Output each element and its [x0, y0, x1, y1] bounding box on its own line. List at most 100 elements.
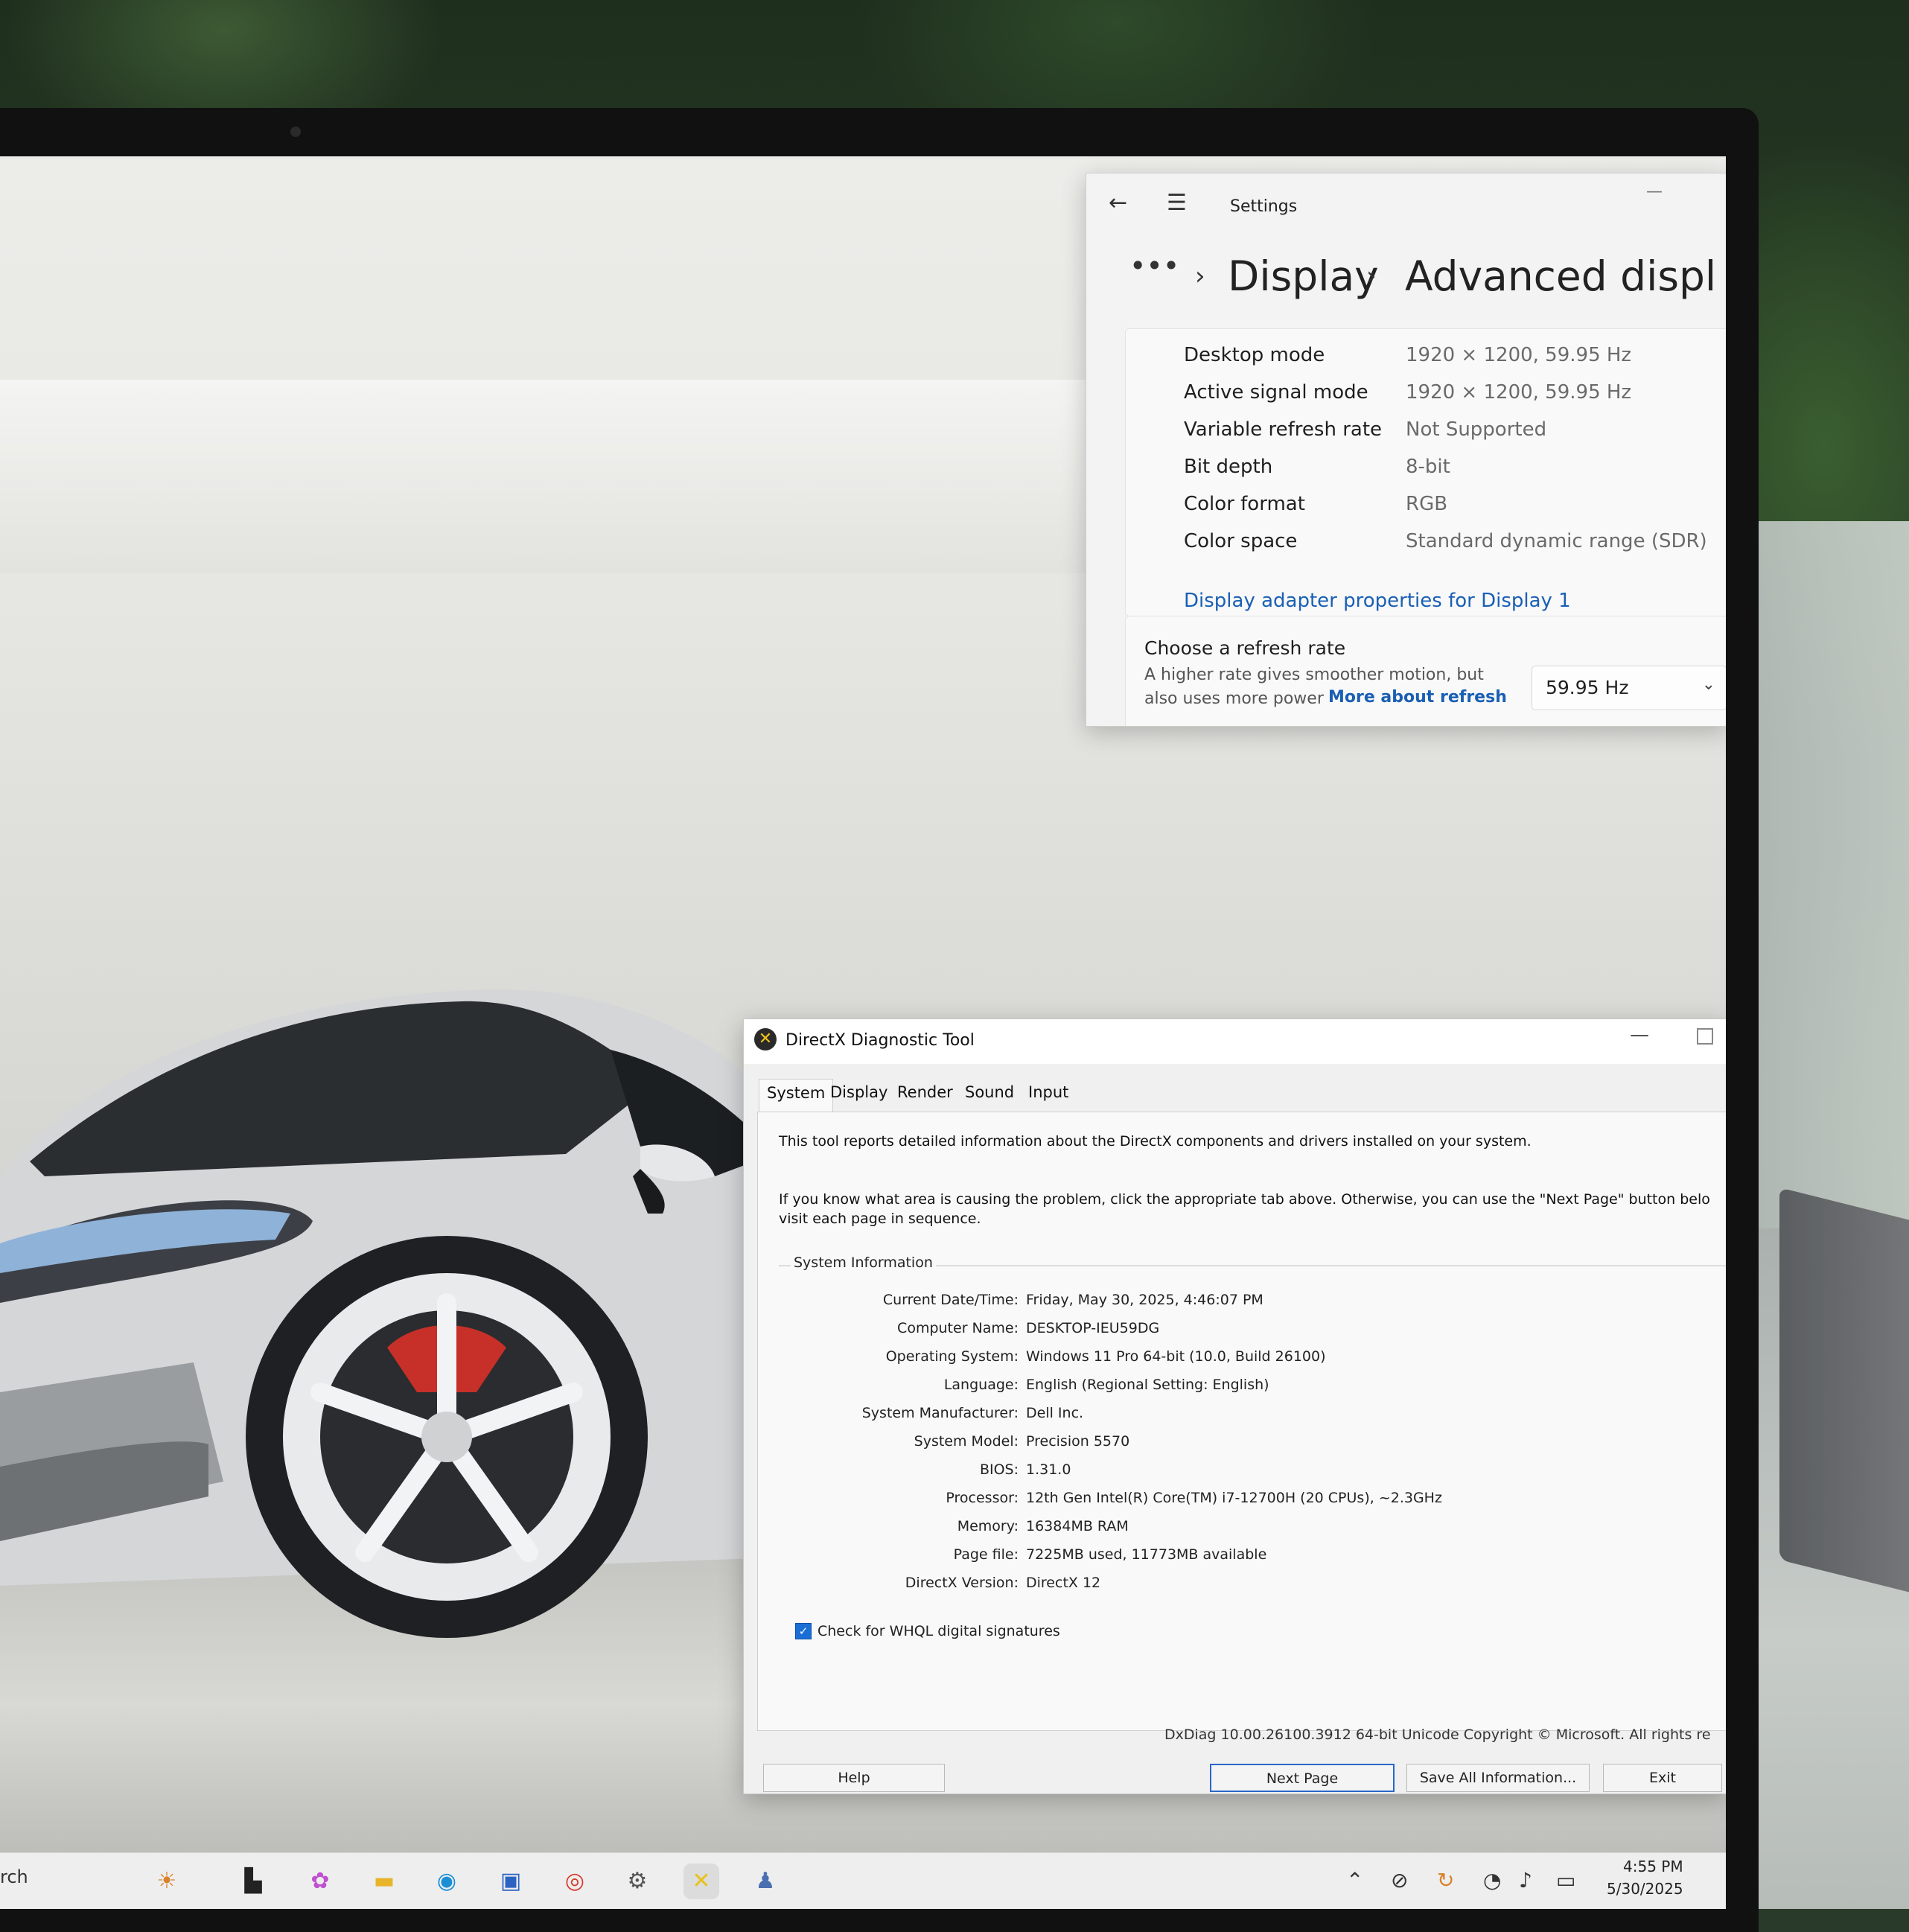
taskbar-clock-date[interactable]: 5/30/2025	[1607, 1880, 1683, 1898]
info-label: Color space	[1184, 530, 1298, 552]
taskbar-clock-time[interactable]: 4:55 PM	[1623, 1858, 1683, 1875]
group-title: System Information	[791, 1254, 936, 1271]
sysinfo-key: BIOS:	[979, 1461, 1019, 1478]
maximize-icon[interactable]	[1697, 1028, 1713, 1045]
help-button[interactable]: Help	[763, 1764, 945, 1792]
info-row-desktop-mode: Desktop mode 1920 × 1200, 59.95 Hz	[1126, 338, 1726, 374]
intro-text: This tool reports detailed information a…	[779, 1133, 1532, 1150]
next-page-button[interactable]: Next Page	[1210, 1764, 1395, 1792]
display-information-panel: Desktop mode 1920 × 1200, 59.95 Hz Activ…	[1125, 328, 1726, 616]
minimize-icon[interactable]: —	[1646, 182, 1663, 201]
refresh-rate-description: A higher rate gives smoother motion, but	[1144, 666, 1484, 684]
refresh-rate-selected-value: 59.95 Hz	[1546, 677, 1629, 698]
info-label: Color format	[1184, 493, 1305, 515]
photo-laptop-edge	[1779, 1187, 1909, 1597]
system-information-group: System Information Current Date/Time: Fr…	[779, 1254, 1726, 1661]
sysinfo-key: DirectX Version:	[905, 1575, 1019, 1591]
sysinfo-key: System Model:	[914, 1433, 1019, 1450]
info-row-color-format: Color format RGB	[1126, 487, 1726, 523]
whql-checkbox[interactable]: ✓	[795, 1623, 812, 1639]
task-view-icon[interactable]: ▙	[235, 1864, 271, 1899]
copilot-icon[interactable]: ✿	[302, 1864, 338, 1899]
breadcrumb-overflow-button[interactable]: •••	[1129, 249, 1179, 282]
sysinfo-key: Page file:	[953, 1546, 1019, 1563]
info-row-variable-refresh-rate: Variable refresh rate Not Supported	[1126, 412, 1726, 448]
info-value: Standard dynamic range (SDR)	[1406, 530, 1707, 552]
tab-display[interactable]: Display	[823, 1079, 895, 1109]
hamburger-menu-icon[interactable]: ☰	[1167, 190, 1187, 216]
network-off-icon[interactable]: ⊘	[1391, 1868, 1408, 1893]
sysinfo-row-datetime: Current Date/Time: Friday, May 30, 2025,…	[779, 1289, 1726, 1316]
directx-icon: ✕	[754, 1028, 777, 1051]
minimize-icon[interactable]: —	[1630, 1024, 1649, 1046]
dxdiag-taskbar-icon[interactable]: ✕	[683, 1864, 719, 1899]
info-label: Variable refresh rate	[1184, 418, 1383, 441]
sysinfo-row-os: Operating System: Windows 11 Pro 64-bit …	[779, 1345, 1726, 1372]
sysinfo-row-memory: Memory: 16384MB RAM	[779, 1515, 1726, 1542]
dxdiag-title: DirectX Diagnostic Tool	[785, 1031, 975, 1050]
sysinfo-key: Computer Name:	[897, 1320, 1019, 1336]
settings-app-title: Settings	[1230, 197, 1298, 216]
info-value: 1920 × 1200, 59.95 Hz	[1406, 344, 1632, 366]
info-label: Desktop mode	[1184, 344, 1325, 366]
sysinfo-row-page-file: Page file: 7225MB used, 11773MB availabl…	[779, 1543, 1726, 1570]
sysinfo-value: 16384MB RAM	[1026, 1518, 1129, 1534]
settings-gear-icon[interactable]: ⚙	[619, 1864, 655, 1899]
sysinfo-row-bios: BIOS: 1.31.0	[779, 1458, 1726, 1485]
info-label: Bit depth	[1184, 456, 1273, 478]
sysinfo-row-model: System Model: Precision 5570	[779, 1430, 1726, 1457]
refresh-rate-title: Choose a refresh rate	[1144, 637, 1346, 659]
sysinfo-value: 7225MB used, 11773MB available	[1026, 1546, 1267, 1563]
info-row-color-space: Color space Standard dynamic range (SDR)	[1126, 524, 1726, 560]
battery-icon[interactable]: ▭	[1556, 1868, 1575, 1893]
back-arrow-icon[interactable]: ←	[1109, 190, 1127, 216]
sysinfo-key: Operating System:	[885, 1348, 1019, 1365]
taskbar-search[interactable]: rch	[0, 1866, 28, 1887]
tab-sound[interactable]: Sound	[957, 1079, 1022, 1109]
dxdiag-window: ✕ DirectX Diagnostic Tool — System Displ…	[743, 1018, 1726, 1794]
webcam	[290, 127, 301, 137]
sysinfo-row-language: Language: English (Regional Setting: Eng…	[779, 1374, 1726, 1400]
whql-checkbox-label[interactable]: Check for WHQL digital signatures	[818, 1623, 1060, 1639]
info-row-active-signal-mode: Active signal mode 1920 × 1200, 59.95 Hz	[1126, 375, 1726, 411]
update-icon[interactable]: ↻	[1437, 1868, 1454, 1893]
sysinfo-value: Precision 5570	[1026, 1433, 1130, 1450]
sysinfo-row-processor: Processor: 12th Gen Intel(R) Core(TM) i7…	[779, 1487, 1726, 1514]
breadcrumb-display[interactable]: Display	[1228, 252, 1379, 300]
system-tab-panel: This tool reports detailed information a…	[757, 1112, 1726, 1731]
display-adapter-properties-link[interactable]: Display adapter properties for Display 1	[1184, 590, 1571, 612]
breadcrumb-chevron-icon: ›	[1366, 261, 1377, 291]
sysinfo-key: Memory:	[957, 1518, 1019, 1534]
dxdiag-titlebar: ✕ DirectX Diagnostic Tool —	[744, 1019, 1726, 1064]
refresh-rate-dropdown[interactable]: 59.95 Hz ⌄	[1532, 666, 1726, 710]
volume-icon[interactable]: ♪	[1519, 1868, 1532, 1893]
edge-browser-icon[interactable]: ◉	[429, 1864, 465, 1899]
sysinfo-value: English (Regional Setting: English)	[1026, 1377, 1269, 1393]
info-row-bit-depth: Bit depth 8-bit	[1126, 450, 1726, 485]
chevron-down-icon: ⌄	[1701, 675, 1715, 694]
sysinfo-value: DirectX 12	[1026, 1575, 1101, 1591]
microsoft-store-icon[interactable]: ▣	[493, 1864, 529, 1899]
app-taskbar-icon[interactable]: ♟	[748, 1864, 783, 1899]
more-about-refresh-link[interactable]: More about refresh	[1328, 688, 1507, 707]
chrome-icon[interactable]: ◎	[557, 1864, 593, 1899]
sysinfo-value: Dell Inc.	[1026, 1405, 1084, 1421]
save-all-information-button[interactable]: Save All Information...	[1406, 1764, 1590, 1792]
wifi-icon[interactable]: ◔	[1483, 1868, 1501, 1893]
sysinfo-value: 1.31.0	[1026, 1461, 1071, 1478]
sysinfo-value: Windows 11 Pro 64-bit (10.0, Build 26100…	[1026, 1348, 1326, 1365]
file-explorer-icon[interactable]: ▬	[366, 1864, 402, 1899]
sysinfo-row-computer-name: Computer Name: DESKTOP-IEU59DG	[779, 1317, 1726, 1344]
tab-input[interactable]: Input	[1021, 1079, 1076, 1109]
instructions-line: visit each page in sequence.	[779, 1211, 981, 1227]
widgets-icon[interactable]: ☀	[149, 1864, 185, 1899]
chevron-up-icon[interactable]: ⌃	[1346, 1868, 1363, 1893]
sysinfo-value: 12th Gen Intel(R) Core(TM) i7-12700H (20…	[1026, 1490, 1442, 1506]
dxdiag-version-footer: DxDiag 10.00.26100.3912 64-bit Unicode C…	[1164, 1727, 1711, 1743]
info-value: 8-bit	[1406, 456, 1450, 478]
tab-render[interactable]: Render	[890, 1079, 960, 1109]
desktop-screen: ← ☰ Settings — ••• › Display › Advanced …	[0, 156, 1726, 1909]
taskbar: rch ☀ ▙ ✿ ▬ ◉ ▣ ◎ ⚙ ✕ ♟ ⌃ ⊘ ↻ ◔ ♪ ▭ 4:55…	[0, 1852, 1726, 1909]
settings-titlebar: ← ☰ Settings —	[1086, 173, 1726, 233]
exit-button[interactable]: Exit	[1603, 1764, 1722, 1792]
